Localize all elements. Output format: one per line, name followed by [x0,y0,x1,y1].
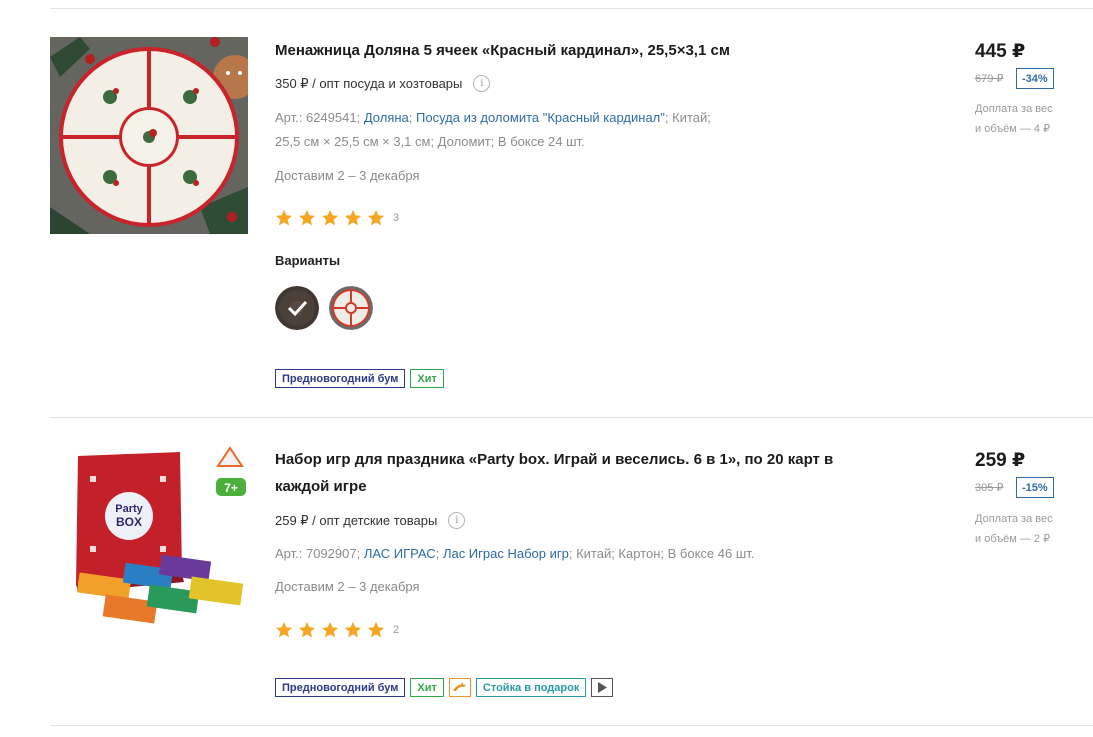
badge-gift-stand[interactable]: Стойка в подарок [475,678,587,697]
price: 445 ₽ [975,41,1026,62]
badge-hit[interactable]: Хит [410,678,444,697]
product-title[interactable]: Менажница Доляна 5 ячеек «Красный кардин… [275,37,885,64]
play-icon[interactable] [591,678,614,697]
rating[interactable]: 2 [275,621,399,639]
meta-separator: ; [435,546,440,561]
bottom-divider [50,725,1093,726]
badge-new-year[interactable]: Предновогодний бум [275,369,406,388]
surcharge-note: Доплата за вес и объём — 2 ₽ [975,509,1085,549]
variant-option-selected[interactable] [275,286,319,330]
meta-separator: ; [408,110,413,125]
delivery-date: Доставим 2 – 3 декабря [275,168,420,183]
wholesale-price: 350 ₽ / опт посуда и хозтовары i [275,75,491,92]
brand-link[interactable]: Доляна [364,110,409,125]
old-price: 679 ₽ [975,73,1004,85]
box-title-1: Party [115,503,143,515]
star-icon [344,621,362,638]
box-title-2: BOX [116,515,142,529]
review-count[interactable]: 3 [393,212,399,224]
discount-badge: -15% [1016,477,1054,498]
age-badge: 7+ [224,481,238,495]
badge-new-year[interactable]: Предновогодний бум [275,678,406,697]
star-icon [367,621,385,638]
info-icon[interactable]: i [473,75,491,92]
brand-link[interactable]: ЛАС ИГРАС [364,546,436,561]
meta-tail: ; Китай; Картон; В боксе 46 шт. [568,546,755,561]
surcharge-line: Доплата за вес [975,103,1053,115]
star-icon [298,621,316,638]
variant-option[interactable] [329,286,373,330]
star-icon [344,209,362,226]
delivery-date: Доставим 2 – 3 декабря [275,579,420,594]
surcharge-line: Доплата за вес [975,513,1053,525]
article-number: Арт.: 7092907; [275,546,361,561]
star-icon [275,209,293,226]
series-link[interactable]: Лас Играс Набор игр [443,546,569,561]
wholesale-price-label: 350 ₽ / опт посуда и хозтовары [275,75,463,91]
star-icon [298,209,316,226]
badges: Предновогодний бум Хит [275,369,444,388]
product-meta: Арт.: 7092907; ЛАС ИГРАС; Лас Играс Набо… [275,542,795,566]
rating[interactable]: 3 [275,209,399,227]
product-meta: Арт.: 6249541; Доляна; Посуда из доломит… [275,106,795,154]
star-icon [321,621,339,638]
discount-badge: -34% [1016,68,1054,89]
old-price: 305 ₽ [975,482,1004,494]
badge-hit[interactable]: Хит [410,369,444,388]
series-link[interactable]: Посуда из доломита "Красный кардинал" [416,110,665,125]
star-icon [321,209,339,226]
review-count[interactable]: 2 [393,624,399,636]
product-divider [50,417,1093,418]
price: 259 ₽ [975,450,1026,471]
product-title[interactable]: Набор игр для праздника «Party box. Игра… [275,446,885,500]
wholesale-price-label: 259 ₽ / опт детские товары [275,512,438,528]
dolphin-icon[interactable] [448,678,471,697]
product-dimensions: 25,5 см × 25,5 см × 3,1 см; Доломит; В б… [275,134,585,149]
product-image[interactable] [50,37,248,234]
info-icon[interactable]: i [448,512,466,529]
surcharge-amount: и объём — 4 ₽ [975,123,1051,135]
star-icon [275,621,293,638]
star-icon [367,209,385,226]
meta-tail: ; Китай; [664,110,711,125]
variants-title: Варианты [275,253,341,268]
top-divider [50,8,1093,9]
product-image[interactable]: 7+ Party BOX [50,446,248,643]
wholesale-price: 259 ₽ / опт детские товары i [275,512,466,529]
surcharge-note: Доплата за вес и объём — 4 ₽ [975,99,1085,139]
article-number: Арт.: 6249541; [275,110,361,125]
surcharge-amount: и объём — 2 ₽ [975,533,1051,545]
badges: Предновогодний бум Хит Стойка в подарок [275,678,614,697]
